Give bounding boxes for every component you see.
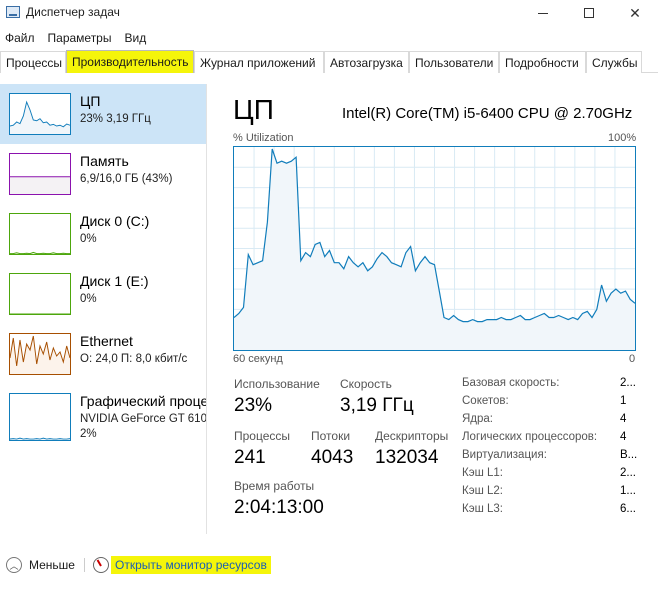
- utilization-axis-label: % Utilization: [233, 132, 294, 144]
- disk1-sparkline: [9, 273, 71, 315]
- chevron-up-icon[interactable]: ︿: [6, 557, 22, 573]
- close-icon: ✕: [629, 4, 641, 21]
- resource-title: Диск 0 (C:): [80, 213, 150, 229]
- detail-label: Виртуализация:: [462, 449, 547, 461]
- gpu-sparkline: [9, 393, 71, 441]
- window-title: Диспетчер задач: [26, 5, 120, 19]
- resource-subtitle: 0%: [80, 293, 97, 305]
- speed-label: Скорость: [340, 377, 392, 391]
- detail-label: Кэш L2:: [462, 485, 503, 497]
- cpu-model: Intel(R) Core(TM) i5-6400 CPU @ 2.70GHz: [342, 105, 633, 122]
- tab-services[interactable]: Службы: [586, 51, 642, 73]
- sparkline-area: [10, 102, 70, 134]
- sparkline-line: [10, 437, 70, 440]
- cpu-utilization-graph: [233, 146, 636, 351]
- menu-view[interactable]: Вид: [119, 28, 154, 48]
- detail-label: Ядра:: [462, 413, 494, 425]
- pane-divider[interactable]: [206, 84, 207, 534]
- resource-item-disk0[interactable]: Диск 0 (C:) 0%: [0, 204, 206, 264]
- tab-users[interactable]: Пользователи: [409, 51, 499, 73]
- tab-bar: Процессы Производительность Журнал прило…: [0, 50, 658, 73]
- resource-monitor-icon[interactable]: [93, 557, 109, 573]
- handles-value: 132034: [375, 447, 439, 468]
- resource-title: Ethernet: [80, 333, 133, 349]
- detail-label: Логических процессоров:: [462, 431, 598, 443]
- threads-label: Потоки: [311, 429, 351, 443]
- detail-value: 1...: [620, 485, 636, 497]
- footer-divider: [84, 558, 85, 572]
- resource-subtitle: 0%: [80, 233, 97, 245]
- menu-file[interactable]: Файл: [0, 28, 43, 48]
- resource-title: Графический процессор: [80, 393, 206, 409]
- minimize-icon: [538, 12, 548, 14]
- resource-subtitle-2: 2%: [80, 428, 97, 440]
- resource-title: ЦП: [80, 93, 101, 109]
- resource-item-disk1[interactable]: Диск 1 (E:) 0%: [0, 264, 206, 324]
- title-bar: Диспетчер задач ✕: [0, 0, 658, 26]
- tab-startup[interactable]: Автозагрузка: [324, 51, 409, 73]
- tab-processes[interactable]: Процессы: [0, 51, 66, 73]
- threads-value: 4043: [311, 447, 354, 468]
- close-button[interactable]: ✕: [612, 0, 658, 26]
- uptime-label: Время работы: [234, 479, 315, 493]
- usage-label: Использование: [234, 377, 320, 391]
- detail-value: 2...: [620, 467, 636, 479]
- speed-value: 3,19 ГГц: [340, 395, 414, 416]
- tab-performance[interactable]: Производительность: [66, 50, 194, 73]
- footer: ︿ Меньше Открыть монитор ресурсов: [0, 550, 658, 580]
- processes-value: 241: [234, 447, 266, 468]
- page-title: ЦП: [233, 94, 274, 125]
- memory-sparkline: [9, 153, 71, 195]
- disk0-sparkline: [9, 213, 71, 255]
- time-axis-start-label: 60 секунд: [233, 353, 283, 365]
- resource-item-cpu[interactable]: ЦП 23% 3,19 ГГц: [0, 84, 206, 144]
- resource-item-ethernet[interactable]: Ethernet О: 24,0 П: 8,0 кбит/с: [0, 324, 206, 384]
- detail-value: 4: [620, 431, 627, 443]
- uptime-value: 2:04:13:00: [234, 497, 324, 518]
- time-axis-end-label: 0: [629, 353, 636, 365]
- cpu-sparkline: [9, 93, 71, 135]
- detail-label: Базовая скорость:: [462, 377, 560, 389]
- detail-value: 1: [620, 395, 627, 407]
- tab-details[interactable]: Подробности: [499, 51, 586, 73]
- menu-bar: Файл Параметры Вид: [0, 28, 154, 48]
- detail-label: Сокетов:: [462, 395, 509, 407]
- resource-item-memory[interactable]: Память 6,9/16,0 ГБ (43%): [0, 144, 206, 204]
- resource-title: Память: [80, 153, 129, 169]
- resource-subtitle: 6,9/16,0 ГБ (43%): [80, 173, 173, 185]
- detail-value: В...: [620, 449, 638, 461]
- task-manager-icon: [6, 6, 20, 18]
- open-resource-monitor-link[interactable]: Открыть монитор ресурсов: [111, 556, 271, 574]
- resource-title: Диск 1 (E:): [80, 273, 149, 289]
- maximize-icon: [584, 8, 594, 18]
- minimize-button[interactable]: [520, 0, 566, 26]
- menu-options[interactable]: Параметры: [43, 28, 120, 48]
- sparkline-area: [10, 176, 70, 194]
- fewer-details-button[interactable]: Меньше: [29, 558, 75, 572]
- detail-value: 6...: [620, 503, 636, 515]
- usage-value: 23%: [234, 395, 273, 416]
- detail-label: Кэш L1:: [462, 467, 503, 479]
- detail-value: 4: [620, 413, 627, 425]
- resource-item-gpu[interactable]: Графический процессор NVIDIA GeForce GT …: [0, 384, 206, 454]
- detail-value: 2...: [620, 377, 636, 389]
- resource-list: ЦП 23% 3,19 ГГц Память 6,9/16,0 ГБ (43%)…: [0, 84, 206, 534]
- handles-label: Дескрипторы: [375, 429, 449, 443]
- processes-label: Процессы: [234, 429, 291, 443]
- resource-subtitle: NVIDIA GeForce GT 610: [80, 413, 206, 425]
- maximize-button[interactable]: [566, 0, 612, 26]
- detail-label: Кэш L3:: [462, 503, 503, 515]
- tab-app-history[interactable]: Журнал приложений: [194, 51, 324, 73]
- ethernet-sparkline: [9, 333, 71, 375]
- utilization-max-label: 100%: [608, 132, 637, 144]
- resource-subtitle: 23% 3,19 ГГц: [80, 113, 151, 125]
- sparkline-line: [10, 251, 70, 254]
- resource-subtitle: О: 24,0 П: 8,0 кбит/с: [80, 353, 188, 365]
